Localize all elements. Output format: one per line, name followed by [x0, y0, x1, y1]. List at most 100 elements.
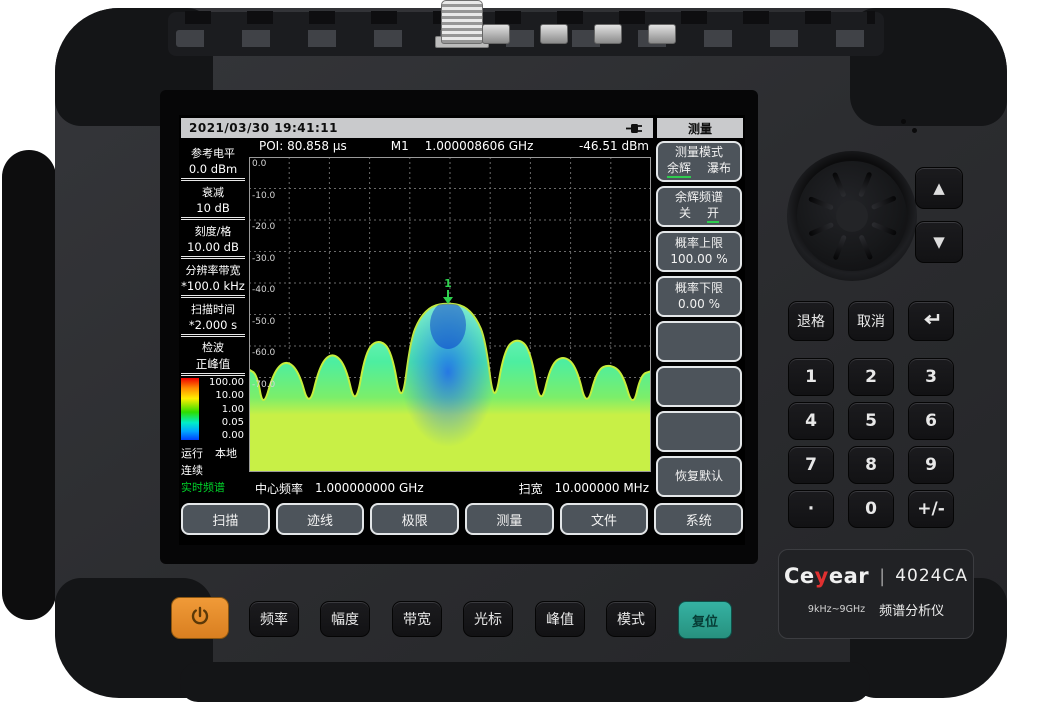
cancel-key[interactable]: 取消	[848, 301, 894, 341]
softkey-menu-0[interactable]: 测量模式余辉瀑布	[656, 141, 742, 182]
softkey-blank-5[interactable]	[656, 366, 742, 407]
ac-plug-icon	[625, 122, 645, 135]
sidebar-param-1[interactable]: 衰减10 dB	[181, 181, 245, 220]
keypad-key-4[interactable]: 4	[788, 402, 834, 440]
softkey-value: 0.00 %	[678, 297, 720, 312]
sma-connector-1[interactable]	[482, 24, 510, 44]
up-triangle-icon: ▲	[933, 179, 945, 197]
keypad-key-3[interactable]: 3	[908, 358, 954, 396]
keypad-key-9[interactable]: 9	[908, 446, 954, 484]
scale-tick: 0.05	[222, 417, 244, 428]
bottom-softkey-4[interactable]: 文件	[560, 503, 649, 535]
hardkey-1[interactable]: 频率	[249, 601, 299, 637]
softkey-menu-2[interactable]: 概率上限100.00 %	[656, 231, 742, 272]
run-status-block: 运行 本地 连续 实时频谱	[181, 445, 247, 496]
hardkey-3[interactable]: 带宽	[392, 601, 442, 637]
svg-text:1: 1	[444, 277, 452, 290]
product-name: 频谱分析仪	[879, 600, 944, 619]
enter-key[interactable]	[908, 301, 954, 341]
bottom-softkey-0[interactable]: 扫描	[181, 503, 270, 535]
keypad-key-6[interactable]: 6	[908, 402, 954, 440]
param-label: 衰减	[181, 184, 245, 200]
reset-button[interactable]: 复位	[678, 601, 732, 639]
softkey-menu-1[interactable]: 余辉频谱关开	[656, 186, 742, 227]
keypad-key-5[interactable]: 5	[848, 402, 894, 440]
hardkey-5[interactable]: 峰值	[535, 601, 585, 637]
bottom-softkey-3[interactable]: 测量	[465, 503, 554, 535]
softkey-option[interactable]: 余辉	[667, 161, 691, 178]
keypad-key-·[interactable]: ·	[788, 490, 834, 528]
mic-hole	[912, 128, 917, 133]
softkey-blank-6[interactable]	[656, 411, 742, 452]
spectrum-plot[interactable]: 1 0.0-10.0-20.0-30.0-40.0-50.0-60.0-70.0	[249, 157, 651, 472]
softkey-title: 恢复默认	[675, 469, 723, 484]
backspace-key[interactable]: 退格	[788, 301, 834, 341]
hardkey-4[interactable]: 光标	[463, 601, 513, 637]
marker-frequency: 1.000008606 GHz	[425, 139, 534, 153]
down-triangle-icon: ▼	[933, 233, 945, 251]
key-label: 峰值	[546, 609, 574, 629]
sidebar-param-2[interactable]: 刻度/格10.00 dB	[181, 220, 245, 259]
softkey-menu-3[interactable]: 概率下限0.00 %	[656, 276, 742, 317]
power-button[interactable]	[171, 597, 229, 639]
sma-connector-2[interactable]	[540, 24, 568, 44]
frequency-range: 9kHz~9GHz	[808, 604, 865, 615]
marker-1[interactable]: 1	[443, 277, 453, 304]
param-label: 分辨率带宽	[181, 262, 245, 278]
poi-readout: POI: 80.858 µs	[259, 139, 347, 153]
param-label: 检波	[181, 339, 245, 355]
softkey-option[interactable]: 开	[707, 206, 719, 223]
key-label: 8	[865, 455, 877, 475]
bottom-softkey-2[interactable]: 极限	[370, 503, 459, 535]
hardkey-2[interactable]: 幅度	[320, 601, 370, 637]
hardkey-6[interactable]: 模式	[606, 601, 656, 637]
rf-input-n-connector[interactable]	[441, 0, 483, 44]
brand-plate: Ceyear | 4024CA 9kHz~9GHz 频谱分析仪	[778, 549, 974, 639]
bottom-softkey-5[interactable]: 系统	[654, 503, 743, 535]
bottom-softkey-1[interactable]: 迹线	[276, 503, 365, 535]
keypad-key-1[interactable]: 1	[788, 358, 834, 396]
key-label: 9	[925, 455, 937, 475]
up-arrow-key[interactable]: ▲	[915, 167, 963, 209]
sma-connector-4[interactable]	[648, 24, 676, 44]
keypad-key-7[interactable]: 7	[788, 446, 834, 484]
knob-groove	[831, 172, 846, 198]
sidebar-param-4[interactable]: 扫描时间*2.000 s	[181, 298, 245, 337]
carry-handle[interactable]	[2, 150, 56, 620]
sma-connector-3[interactable]	[594, 24, 622, 44]
key-label: 模式	[617, 609, 645, 629]
sidebar-param-3[interactable]: 分辨率带宽*100.0 kHz	[181, 259, 245, 298]
control-state: 本地	[215, 445, 237, 462]
keypad-key-2[interactable]: 2	[848, 358, 894, 396]
sidebar-param-5[interactable]: 检波正峰值	[181, 337, 245, 376]
sidebar-param-0[interactable]: 参考电平0.0 dBm	[181, 142, 245, 181]
key-label: 频率	[260, 609, 288, 629]
key-label: 2	[865, 367, 877, 387]
param-label: 扫描时间	[181, 301, 245, 317]
param-label: 刻度/格	[181, 223, 245, 239]
measurement-readout: POI: 80.858 µs M1 1.000008606 GHz -46.51…	[249, 137, 651, 155]
softkey-title: 概率上限	[675, 236, 723, 251]
softkey-option[interactable]: 关	[679, 206, 691, 223]
softkey-menu-7[interactable]: 恢复默认	[656, 456, 742, 497]
knob-groove	[808, 222, 834, 237]
softkey-option[interactable]: 瀑布	[707, 161, 731, 178]
rotary-knob-hub	[836, 200, 868, 232]
y-axis-tick: 0.0	[252, 159, 266, 169]
down-arrow-key[interactable]: ▼	[915, 221, 963, 263]
key-label: 4	[805, 411, 817, 431]
keypad-key-8[interactable]: 8	[848, 446, 894, 484]
param-value: *100.0 kHz	[181, 279, 245, 293]
key-label: 光标	[474, 609, 502, 629]
softkey-value: 100.00 %	[670, 252, 727, 267]
param-value: 10 dB	[181, 201, 245, 215]
color-scale-labels: 100.0010.001.000.050.00	[199, 377, 245, 441]
knob-groove	[858, 234, 873, 260]
softkey-blank-4[interactable]	[656, 321, 742, 362]
keypad-key-+/-[interactable]: +/-	[908, 490, 954, 528]
brand-logo: Ceyear	[784, 564, 869, 588]
color-scale-gradient	[181, 378, 199, 440]
span-label: 扫宽	[519, 480, 543, 497]
param-value: *2.000 s	[181, 318, 245, 332]
keypad-key-0[interactable]: 0	[848, 490, 894, 528]
